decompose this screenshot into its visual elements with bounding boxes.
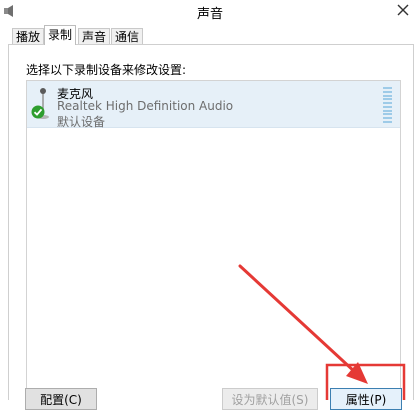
tab-playback[interactable]: 播放 (12, 28, 45, 45)
instruction-label: 选择以下录制设备来修改设置: (26, 63, 187, 77)
tab-sounds[interactable]: 声音 (78, 28, 111, 45)
device-description: Realtek High Definition Audio (57, 99, 234, 113)
check-icon (31, 105, 45, 119)
properties-button[interactable]: 属性(P) (330, 388, 402, 410)
tab-strip: 播放 录制 声音 通信 (0, 25, 420, 45)
recording-panel: 选择以下录制设备来修改设置: 麦克风 Realtek High Definiti… (8, 44, 414, 400)
window-title: 声音 (196, 7, 223, 22)
recording-device-list: 麦克风 Realtek High Definition Audio 默认设备 (26, 80, 401, 400)
level-meter (383, 87, 392, 123)
tab-recording[interactable]: 录制 (44, 25, 77, 45)
device-status: 默认设备 (57, 115, 106, 129)
device-list-item[interactable]: 麦克风 Realtek High Definition Audio 默认设备 (27, 81, 400, 129)
set-default-button[interactable]: 设为默认值(S) (222, 388, 318, 410)
tab-communications[interactable]: 通信 (111, 28, 144, 45)
title-bar: 声音 (0, 0, 420, 23)
close-icon[interactable] (396, 3, 410, 17)
configure-button[interactable]: 配置(C) (25, 388, 97, 410)
